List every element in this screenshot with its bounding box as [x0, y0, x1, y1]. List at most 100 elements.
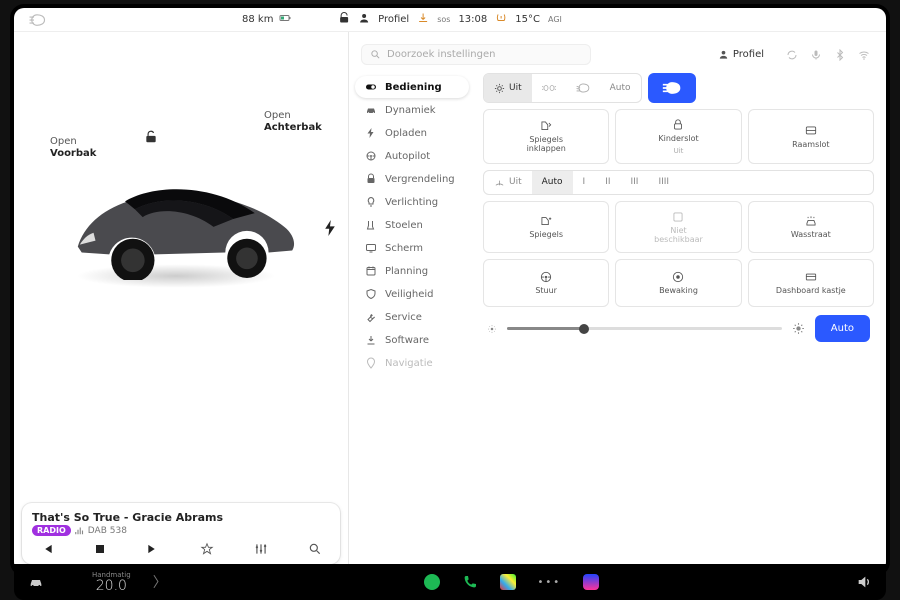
- wipers-auto[interactable]: Auto: [532, 171, 573, 194]
- dock-more-icon[interactable]: •••: [538, 577, 562, 588]
- highbeam-button[interactable]: [648, 73, 696, 103]
- media-card[interactable]: That's So True - Gracie Abrams RADIO DAB…: [22, 503, 340, 564]
- status-profile-label[interactable]: Profiel: [378, 14, 409, 25]
- sync-icon[interactable]: [786, 49, 798, 61]
- dock-spotify-icon[interactable]: [424, 574, 440, 590]
- car-icon: [365, 104, 377, 116]
- lock-icon: [365, 173, 377, 185]
- shield-icon: [365, 288, 377, 300]
- profile-icon[interactable]: [358, 12, 370, 27]
- nav-scherm[interactable]: Scherm: [355, 237, 469, 259]
- stop-icon[interactable]: [94, 543, 106, 555]
- childlock-card[interactable]: Kinderslot Uit: [615, 109, 741, 164]
- nav-opladen[interactable]: Opladen: [355, 122, 469, 144]
- trunk-button[interactable]: OpenAchterbak: [264, 110, 322, 134]
- wifi-icon[interactable]: [858, 49, 870, 61]
- nav-verlichting[interactable]: Verlichting: [355, 191, 469, 213]
- agi-label: AGI: [548, 15, 562, 24]
- dock-app1-icon[interactable]: [500, 574, 516, 590]
- fold-mirrors-card[interactable]: Spiegels inklappen: [483, 109, 609, 164]
- unlock-icon[interactable]: [144, 130, 158, 144]
- steering-icon: [539, 270, 553, 284]
- media-station: DAB 538: [88, 526, 127, 536]
- mirror-adjust-icon: [539, 214, 553, 228]
- windowlock-card[interactable]: Raamslot: [748, 109, 874, 164]
- carwash-icon: [804, 214, 818, 228]
- favorite-icon[interactable]: [200, 542, 214, 556]
- mirror-fold-icon: [539, 119, 553, 133]
- seat-icon: [365, 219, 377, 231]
- mirrors-adjust-card[interactable]: Spiegels: [483, 201, 609, 254]
- carwash-card[interactable]: Wasstraat: [748, 201, 874, 254]
- wipers-3[interactable]: III: [621, 171, 649, 194]
- nav-bediening[interactable]: Bediening: [355, 76, 469, 98]
- headlight-indicator: [28, 14, 46, 26]
- calendar-icon: [365, 265, 377, 277]
- brightness-high-icon: [792, 322, 805, 335]
- mic-icon[interactable]: [810, 49, 822, 61]
- unavailable-card: Niet beschikbaar: [615, 201, 741, 254]
- nav-navigatie[interactable]: Navigatie: [355, 352, 469, 374]
- charge-bolt-icon[interactable]: [324, 220, 336, 236]
- lights-segment: Uit Auto: [483, 73, 642, 103]
- download-icon: [365, 334, 377, 346]
- nav-autopilot[interactable]: Autopilot: [355, 145, 469, 167]
- lock-icon[interactable]: [338, 12, 350, 27]
- sun-icon: [494, 83, 505, 94]
- wiper-icon: [494, 177, 505, 188]
- nav-service[interactable]: Service: [355, 306, 469, 328]
- glovebox-card[interactable]: Dashboard kastje: [748, 259, 874, 307]
- clock: 13:08: [458, 14, 487, 25]
- wipers-1[interactable]: I: [573, 171, 596, 194]
- wrench-icon: [365, 311, 377, 323]
- screen-icon: [365, 242, 377, 254]
- lights-off[interactable]: Uit: [484, 74, 532, 102]
- childlock-icon: [671, 118, 685, 132]
- dock-temp-up[interactable]: 〉: [153, 572, 167, 592]
- eq-icon[interactable]: [254, 542, 268, 556]
- car-render: [66, 162, 302, 282]
- dock-phone-icon[interactable]: [462, 574, 478, 590]
- wipers-off[interactable]: Uit: [484, 171, 532, 194]
- person-icon: [718, 49, 729, 60]
- highbeam-icon: [662, 81, 682, 95]
- lights-auto[interactable]: Auto: [600, 74, 641, 102]
- dock-car-icon[interactable]: [28, 574, 44, 590]
- media-search-icon[interactable]: [308, 542, 322, 556]
- prev-icon[interactable]: [40, 542, 54, 556]
- nav-software[interactable]: Software: [355, 329, 469, 351]
- dock-volume-icon[interactable]: [856, 574, 872, 590]
- settings-search[interactable]: Doorzoek instellingen: [361, 44, 591, 65]
- nav-stoelen[interactable]: Stoelen: [355, 214, 469, 236]
- signal-icon: [75, 526, 84, 535]
- nav-dynamiek[interactable]: Dynamiek: [355, 99, 469, 121]
- range-label: 88 km: [242, 14, 273, 25]
- brightness-low-icon: [487, 324, 497, 334]
- bulb-icon: [365, 196, 377, 208]
- settings-nav: Bediening Dynamiek Opladen Autopilot: [349, 71, 475, 568]
- wipers-4[interactable]: IIII: [648, 171, 679, 194]
- download-icon[interactable]: [417, 12, 429, 27]
- tpms-icon[interactable]: [495, 12, 507, 27]
- radio-badge: RADIO: [32, 525, 71, 536]
- nav-planning[interactable]: Planning: [355, 260, 469, 282]
- nav-veiligheid[interactable]: Veiligheid: [355, 283, 469, 305]
- steering-card[interactable]: Stuur: [483, 259, 609, 307]
- sentry-card[interactable]: Bewaking: [615, 259, 741, 307]
- brightness-auto-button[interactable]: Auto: [815, 315, 870, 342]
- sos-label[interactable]: sos: [437, 15, 450, 24]
- lights-lowbeam[interactable]: [566, 74, 600, 102]
- brightness-slider[interactable]: [507, 327, 782, 330]
- frunk-button[interactable]: OpenVoorbak: [50, 136, 96, 160]
- bluetooth-icon[interactable]: [834, 49, 846, 61]
- next-icon[interactable]: [146, 542, 160, 556]
- lights-parking[interactable]: [532, 74, 566, 102]
- settings-profile[interactable]: Profiel: [718, 49, 764, 60]
- wipers-segment: Uit Auto I II III IIII: [483, 170, 874, 195]
- nav-vergrendeling[interactable]: Vergrendeling: [355, 168, 469, 190]
- dock-temp[interactable]: Handmatig 20.0: [92, 572, 131, 593]
- wipers-2[interactable]: II: [595, 171, 620, 194]
- parklight-icon: [542, 83, 556, 93]
- windowlock-icon: [804, 124, 818, 138]
- dock-app2-icon[interactable]: [583, 574, 599, 590]
